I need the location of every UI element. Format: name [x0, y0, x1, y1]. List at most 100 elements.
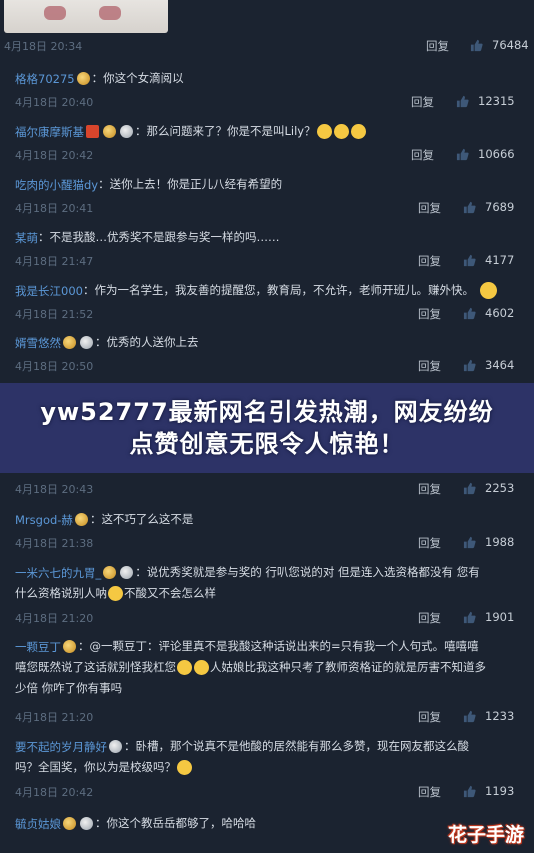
level-badge-icon [103, 125, 116, 138]
sunglasses-emoji-icon [479, 282, 497, 299]
like-count: 1988 [485, 535, 515, 549]
comment-text: 卧槽，那个说真不是他酸的居然能有那么多赞，现在网友都这么酸 [135, 739, 470, 753]
level-badge-icon [103, 566, 117, 579]
comment-body-line-2: 吗？全国奖，你以为是校级吗？ [15, 757, 193, 778]
reply-button[interactable]: 回复 [418, 358, 441, 374]
like-button[interactable]: 12315 [456, 94, 515, 108]
emoji-icon [350, 124, 366, 139]
like-button[interactable]: 7689 [463, 200, 514, 214]
timestamp: 4月18日 21:47 [15, 255, 94, 268]
thumbs-up-icon [463, 482, 476, 494]
comment-text: 作为一名学生，我友善的提醒您，教育局，不允许，老师开班儿。赚外快。 [94, 283, 474, 297]
member-badge-icon [80, 817, 93, 830]
username-link[interactable]: 婿雪悠然 [15, 335, 61, 351]
timestamp: 4月18日 20:42 [15, 786, 94, 799]
like-count: 12315 [478, 94, 515, 108]
comment-text: 什么资格说别人呐 [15, 586, 107, 600]
headline-line-1: yw52777最新网名引发热潮，网友纷纷 [40, 398, 494, 426]
like-button[interactable]: 1901 [463, 610, 514, 624]
comment-text: 那么问题来了？你是不是叫Lily？ [146, 124, 316, 138]
username-link[interactable]: 福尔康摩斯基 [15, 124, 84, 140]
timestamp: 4月18日 20:50 [15, 360, 94, 373]
thumbs-up-icon [456, 95, 469, 107]
comment-body: 某萌 ：不是我酸…优秀奖不是跟参与奖一样的吗…… [15, 227, 280, 248]
comment-body: 婿雪悠然 ：优秀的人送你上去 [15, 332, 199, 353]
like-button[interactable]: 1233 [463, 709, 514, 723]
reply-button[interactable]: 回复 [418, 535, 441, 551]
like-button[interactable]: 4602 [463, 306, 514, 320]
comment-text: 不酸又不会怎么样 [124, 586, 216, 600]
reply-button[interactable]: 回复 [411, 147, 434, 163]
timestamp: 4月18日 20:43 [15, 483, 94, 496]
like-button[interactable]: 2253 [463, 481, 514, 495]
reply-button[interactable]: 回复 [418, 306, 441, 322]
comment-text: 人姑娘比我这种只考了教师资格证的就是厉害不知道多 [210, 660, 486, 674]
username-link[interactable]: 格格70275 [15, 71, 75, 87]
timestamp: 4月18日 21:52 [15, 308, 94, 321]
member-badge-icon [80, 336, 93, 349]
comment-body: 格格70275 ：你这个女滴阅以 [15, 68, 184, 89]
headline-banner: yw52777最新网名引发热潮，网友纷纷 点赞创意无限令人惊艳！ [0, 383, 534, 473]
star-badge-icon [86, 125, 99, 138]
timestamp: 4月18日 20:41 [15, 202, 94, 215]
username-link[interactable]: 某萌 [15, 230, 38, 246]
member-badge-icon [109, 740, 122, 753]
username-link[interactable]: Mrsgod-赫 [15, 512, 73, 528]
like-count: 2253 [485, 481, 515, 495]
like-button[interactable]: 76484 [470, 38, 529, 52]
username-link[interactable]: 要不起的岁月静好 [15, 739, 107, 755]
reply-button[interactable]: 回复 [418, 709, 441, 725]
reply-button[interactable]: 回复 [418, 481, 441, 497]
previous-post-image [0, 0, 534, 34]
emoji-icon [194, 660, 209, 675]
like-button[interactable]: 1193 [463, 784, 514, 798]
thumbs-up-icon [463, 611, 476, 623]
username-link[interactable]: 一米六七的九胃_ [15, 565, 101, 581]
like-button[interactable]: 3464 [463, 358, 514, 372]
username-link[interactable]: 毓贞姑娘 [15, 816, 61, 832]
level-badge-icon [63, 817, 76, 830]
reply-button[interactable]: 回复 [418, 253, 441, 269]
like-count: 7689 [485, 200, 515, 214]
level-badge-icon [74, 513, 88, 526]
reply-button[interactable]: 回复 [411, 94, 434, 110]
comment-text: 少倍 你咋了你有事吗 [15, 681, 123, 695]
comment-body-line-2: 嘻您既然说了这话就别怪我杠您 人姑娘比我这种只考了教师资格证的就是厉害不知道多 [15, 657, 486, 678]
reply-button[interactable]: 回复 [418, 200, 441, 216]
site-watermark: 花子手游 [447, 824, 524, 846]
comment-text: 你这个女滴阅以 [103, 71, 184, 85]
thumbs-up-icon [463, 254, 476, 266]
emoji-icon [177, 660, 192, 675]
comment-text: 说优秀奖就是参与奖的 行叭您说的对 但是连入选资格都没有 您有 [146, 565, 480, 579]
timestamp: 4月18日 21:38 [15, 537, 94, 550]
like-count: 4602 [485, 306, 515, 320]
like-count: 1193 [485, 784, 515, 798]
comment-body: 福尔康摩斯基 ：那么问题来了？你是不是叫Lily？ [15, 121, 367, 142]
reply-button[interactable]: 回复 [418, 784, 441, 800]
like-count: 1233 [485, 709, 515, 723]
like-count: 4177 [485, 253, 515, 267]
headline-line-2: 点赞创意无限令人惊艳！ [129, 430, 405, 458]
post-photo[interactable] [4, 0, 168, 33]
comment-body: 毓贞姑娘 ：你这个教岳岳都够了，哈哈哈 [15, 813, 256, 834]
comment-text: 优秀的人送你上去 [106, 335, 199, 349]
reply-button[interactable]: 回复 [418, 610, 441, 626]
like-button[interactable]: 10666 [456, 147, 515, 161]
username-link[interactable]: 一颗豆丁 [15, 639, 61, 655]
thumbs-up-icon [456, 148, 469, 160]
emoji-icon [108, 586, 123, 601]
level-badge-icon [63, 640, 76, 653]
thumbs-up-icon [463, 201, 476, 213]
member-badge-icon [120, 566, 134, 579]
username-link[interactable]: 我是长江000 [15, 283, 83, 299]
like-button[interactable]: 1988 [463, 535, 514, 549]
thumbs-up-icon [463, 536, 476, 548]
username-link[interactable]: 吃肉的小醒猫dy [15, 177, 98, 193]
like-count: 3464 [485, 358, 515, 372]
like-button[interactable]: 4177 [463, 253, 514, 267]
comment-body-line-2: 什么资格说别人呐 不酸又不会怎么样 [15, 583, 216, 604]
thumbs-up-icon [470, 39, 483, 51]
level-badge-icon [63, 336, 76, 349]
emoji-icon [333, 124, 349, 139]
reply-button[interactable]: 回复 [426, 38, 449, 54]
